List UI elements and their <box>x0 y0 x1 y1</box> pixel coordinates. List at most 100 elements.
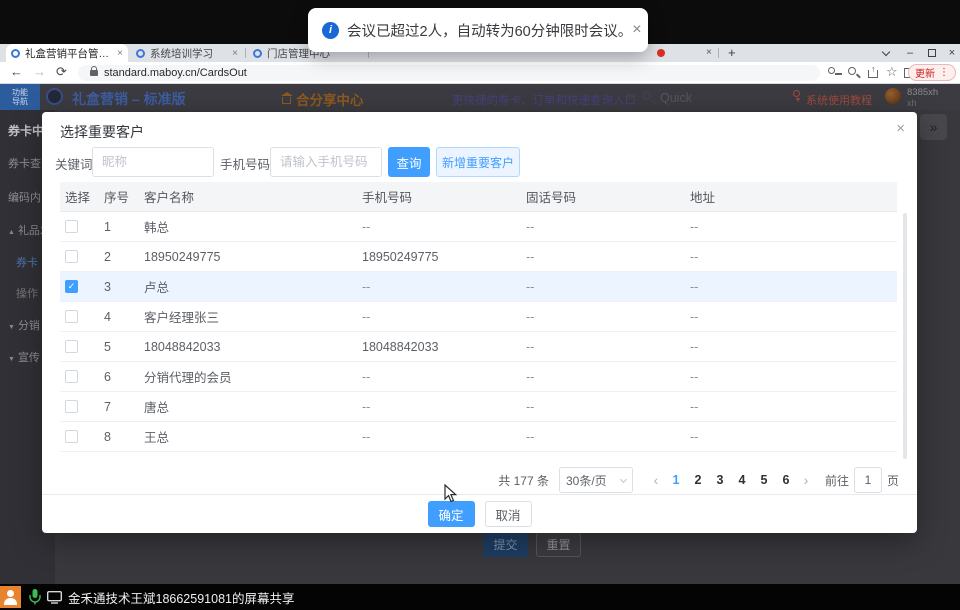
username: 8385xh <box>907 87 938 98</box>
sidebar-item-operation[interactable]: 操作 <box>16 285 38 301</box>
tutorial-link[interactable]: 系统使用教程 <box>806 92 872 108</box>
screen-share-bar: 金禾通技术王斌18662591081的屏幕共享 <box>0 584 960 610</box>
tab-close-icon[interactable]: × <box>706 47 712 58</box>
prev-page-icon[interactable]: ‹ <box>647 472 665 488</box>
address-bar[interactable]: standard.maboy.cn/CardsOut <box>78 65 820 81</box>
tab-divider <box>245 48 246 58</box>
browser-tab-partial[interactable] <box>652 44 704 62</box>
window-minimize-button[interactable]: – <box>900 44 920 62</box>
page-size-select[interactable]: 30条/页 <box>559 467 633 493</box>
tab-label: 礼盒营销平台管理中心 <box>25 46 113 61</box>
table-header-row: 选择 序号 客户名称 手机号码 固话号码 地址 <box>60 182 897 212</box>
confirm-button[interactable]: 确定 <box>428 501 475 527</box>
tab-close-icon[interactable]: × <box>232 48 238 59</box>
chevron-down-icon <box>882 47 890 55</box>
row-checkbox[interactable] <box>65 310 78 323</box>
new-tab-button[interactable]: + <box>728 45 736 60</box>
keyword-input[interactable] <box>92 147 214 177</box>
browser-update-button[interactable]: 更新 ⋮ <box>908 64 956 81</box>
share-center-link[interactable]: 合分享中心 <box>282 89 364 109</box>
username-sub: xh <box>907 98 917 108</box>
phone-input[interactable] <box>270 147 382 177</box>
page-5[interactable]: 5 <box>753 473 775 487</box>
quick-search-label[interactable]: Quick <box>660 91 692 105</box>
browser-tab-training[interactable]: 系统培训学习 × <box>131 44 243 62</box>
meeting-toast: i 会议已超过2人，自动转为60分钟限时会议。 × <box>308 8 648 52</box>
table-row[interactable]: 1 韩总 -- -- -- <box>60 212 897 242</box>
back-icon[interactable]: ← <box>10 64 23 79</box>
collapse-down-icon: ▼ <box>8 356 15 363</box>
site-favicon-icon <box>136 49 145 58</box>
toast-close-icon[interactable]: × <box>632 21 641 39</box>
window-maximize-button[interactable] <box>922 44 942 62</box>
row-checkbox[interactable] <box>65 250 78 263</box>
tab-close-icon[interactable]: × <box>117 48 123 59</box>
table-scrollbar[interactable] <box>903 213 907 459</box>
table-row[interactable]: 2 18950249775 18950249775 -- -- <box>60 242 897 272</box>
submit-button-dimmed[interactable]: 提交 <box>483 532 528 557</box>
table-row[interactable]: 6 分销代理的会员 -- -- -- <box>60 362 897 392</box>
sidebar-section-title: 券卡中 <box>8 122 44 139</box>
sidebar-item-card-active[interactable]: 券卡 <box>16 254 38 270</box>
table-row[interactable]: 7 唐总 -- -- -- <box>60 392 897 422</box>
row-checkbox[interactable] <box>65 400 78 413</box>
select-customer-dialog: 选择重要客户 × 关键词 手机号码 查询 新增重要客户 选择 序号 客户名称 手… <box>42 112 917 533</box>
table-row[interactable]: 8 王总 -- -- -- <box>60 422 897 452</box>
row-checkbox[interactable] <box>65 220 78 233</box>
forward-icon[interactable]: → <box>33 64 46 79</box>
sidebar-item-distribution-group[interactable]: ▼分销 <box>8 317 40 333</box>
cancel-button[interactable]: 取消 <box>485 501 532 527</box>
drawer-expand-button[interactable]: » <box>920 114 947 140</box>
reset-button-dimmed[interactable]: 重置 <box>536 532 581 557</box>
col-select: 选择 <box>60 187 102 206</box>
nav-toggle-button[interactable]: 功能 导航 <box>0 84 40 110</box>
dialog-title: 选择重要客户 <box>60 122 144 142</box>
keyword-label: 关键词 <box>55 154 93 173</box>
browser-toolbar: ← → ⟳ standard.maboy.cn/CardsOut ☆ 更新 ⋮ <box>0 62 960 84</box>
query-button[interactable]: 查询 <box>388 147 430 177</box>
row-checkbox[interactable] <box>65 370 78 383</box>
pagination: 共 177 条 30条/页 ‹ 1 2 3 4 5 6 › 前往 页 <box>498 466 899 494</box>
window-search-tabs-button[interactable] <box>876 44 896 62</box>
page-2[interactable]: 2 <box>687 473 709 487</box>
quick-search-icon[interactable] <box>642 91 651 100</box>
window-close-button[interactable]: × <box>942 44 960 62</box>
sidebar-item-code[interactable]: 编码内 <box>8 189 41 205</box>
reload-icon[interactable]: ⟳ <box>56 64 67 80</box>
dialog-close-icon[interactable]: × <box>896 120 905 137</box>
double-chevron-icon: » <box>930 119 938 135</box>
site-favicon-icon <box>11 49 20 58</box>
more-menu-icon[interactable]: ⋮ <box>939 67 949 78</box>
col-mobile: 手机号码 <box>362 187 526 206</box>
row-checkbox-checked[interactable]: ✓ <box>65 280 78 293</box>
goto-label: 前往 <box>825 472 849 489</box>
pagination-total: 共 177 条 <box>498 472 549 489</box>
sharer-avatar-icon <box>0 586 21 608</box>
next-page-icon[interactable]: › <box>797 472 815 488</box>
zoom-icon[interactable] <box>848 67 856 75</box>
password-key-icon[interactable] <box>828 67 835 74</box>
row-checkbox[interactable] <box>65 340 78 353</box>
user-avatar[interactable] <box>885 88 901 104</box>
page-4[interactable]: 4 <box>731 473 753 487</box>
mouse-cursor <box>444 484 457 503</box>
bookmark-star-icon[interactable]: ☆ <box>886 65 899 78</box>
browser-tab-gift-admin[interactable]: 礼盒营销平台管理中心 × <box>6 44 128 62</box>
sidebar-item-card-query[interactable]: 券卡查 <box>8 155 41 171</box>
site-favicon-icon <box>253 49 262 58</box>
table-row[interactable]: 4 客户经理张三 -- -- -- <box>60 302 897 332</box>
share-icon[interactable] <box>868 70 878 78</box>
page-6[interactable]: 6 <box>775 473 797 487</box>
goto-page-input[interactable] <box>854 467 882 493</box>
table-row-selected[interactable]: ✓ 3 卢总 -- -- -- <box>60 272 897 302</box>
page-1[interactable]: 1 <box>665 473 687 487</box>
page-3[interactable]: 3 <box>709 473 731 487</box>
col-tel: 固话号码 <box>526 187 690 206</box>
col-address: 地址 <box>690 187 897 206</box>
row-checkbox[interactable] <box>65 430 78 443</box>
lock-icon <box>90 70 98 76</box>
sidebar-item-promotion-group[interactable]: ▼宣传 <box>8 349 40 365</box>
table-row[interactable]: 5 18048842033 18048842033 -- -- <box>60 332 897 362</box>
add-customer-button[interactable]: 新增重要客户 <box>436 147 520 177</box>
app-header: 功能 导航 礼盒营销 – 标准版 合分享中心 更快捷的券卡、订单和快递查询入口 … <box>0 84 960 110</box>
